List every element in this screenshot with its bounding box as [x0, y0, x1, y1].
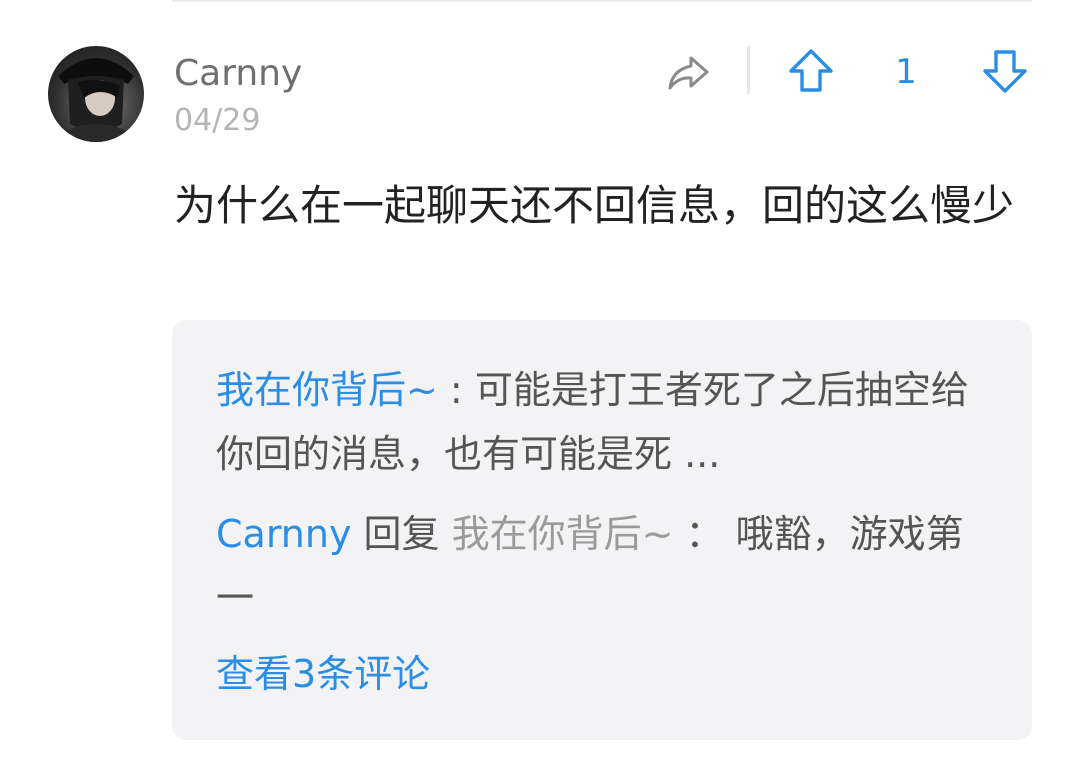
avatar[interactable]: [48, 46, 144, 142]
reply-author[interactable]: Carnny: [216, 512, 351, 556]
view-more-replies-link[interactable]: 查看3条评论: [216, 642, 430, 706]
reply-author[interactable]: 我在你背后~: [216, 368, 438, 412]
reply-box: 我在你背后~ : 可能是打王者死了之后抽空给你回的消息，也有可能是死 ... C…: [172, 320, 1032, 740]
reply-word: 回复: [351, 512, 452, 556]
reply-item[interactable]: 我在你背后~ : 可能是打王者死了之后抽空给你回的消息，也有可能是死 ...: [216, 358, 976, 486]
comment-author[interactable]: Carnny: [174, 52, 302, 96]
reply-separator: :: [437, 368, 475, 412]
vote-count: 1: [895, 52, 917, 92]
reply-item[interactable]: Carnny 回复 我在你背后~ ： 哦豁，游戏第一: [216, 502, 976, 630]
share-icon[interactable]: [664, 48, 712, 96]
reply-separator: ：: [673, 512, 736, 556]
comment-body: 为什么在一起聊天还不回信息，回的这么慢少: [174, 181, 1015, 230]
reply-target[interactable]: 我在你背后~: [452, 512, 674, 556]
vote-divider: [747, 46, 750, 94]
comment-date: 04/29: [174, 103, 261, 138]
top-divider: [172, 0, 1032, 2]
avatar-image: [58, 58, 134, 142]
downvote-icon[interactable]: [980, 46, 1030, 96]
upvote-icon[interactable]: [786, 46, 836, 96]
